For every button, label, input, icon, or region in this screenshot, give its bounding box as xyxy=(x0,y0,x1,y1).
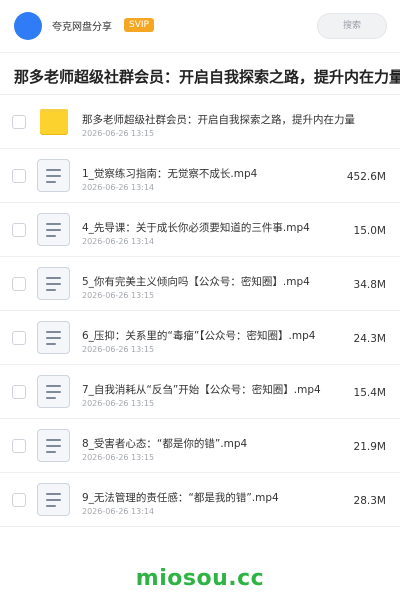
row-checkbox[interactable] xyxy=(12,493,26,507)
file-list: 那多老师超级社群会员：开启自我探索之路，提升内在力量 2026-06-26 13… xyxy=(0,95,400,527)
file-name: 6_压抑：关系里的“毒瘤”【公众号：密知圈】.mp4 xyxy=(82,330,316,342)
file-date: 2026-06-26 13:14 xyxy=(82,183,155,192)
file-name: 4_先导课：关于成长你必须要知道的三件事.mp4 xyxy=(82,222,310,234)
list-item[interactable]: 8_受害者心态：“都是你的错”.mp4 2026-06-26 13:15 21.… xyxy=(0,419,400,473)
file-date: 2026-06-26 13:15 xyxy=(82,345,155,354)
document-icon xyxy=(37,483,70,516)
file-date: 2026-06-26 13:15 xyxy=(82,399,155,408)
document-icon xyxy=(37,213,70,246)
file-name: 9_无法管理的责任感：“都是我的错”.mp4 xyxy=(82,492,279,504)
file-name: 那多老师超级社群会员：开启自我探索之路，提升内在力量 xyxy=(82,114,355,126)
site-watermark: miosou.cc xyxy=(135,566,265,591)
folder-icon xyxy=(40,109,68,135)
list-item[interactable]: 4_先导课：关于成长你必须要知道的三件事.mp4 2026-06-26 13:1… xyxy=(0,203,400,257)
row-checkbox[interactable] xyxy=(12,439,26,453)
document-icon xyxy=(37,375,70,408)
document-icon xyxy=(37,159,70,192)
document-icon xyxy=(37,429,70,462)
search-button[interactable]: 搜索 xyxy=(317,13,387,39)
page-title: 那多老师超级社群会员：开启自我探索之路，提升内在力量 xyxy=(14,68,400,86)
file-date: 2026-06-26 13:15 xyxy=(82,129,155,138)
file-date: 2026-06-26 13:14 xyxy=(82,237,155,246)
list-item-folder[interactable]: 那多老师超级社群会员：开启自我探索之路，提升内在力量 2026-06-26 13… xyxy=(0,95,400,149)
document-icon xyxy=(37,321,70,354)
file-date: 2026-06-26 13:14 xyxy=(82,507,155,516)
file-date: 2026-06-26 13:15 xyxy=(82,291,155,300)
file-size: 452.6M xyxy=(346,171,386,183)
row-checkbox[interactable] xyxy=(12,331,26,345)
list-item[interactable]: 1_觉察练习指南：无觉察不成长.mp4 2026-06-26 13:14 452… xyxy=(0,149,400,203)
list-item[interactable]: 6_压抑：关系里的“毒瘤”【公众号：密知圈】.mp4 2026-06-26 13… xyxy=(0,311,400,365)
file-name: 1_觉察练习指南：无觉察不成长.mp4 xyxy=(82,168,258,180)
list-item[interactable]: 5_你有完美主义倾向吗【公众号：密知圈】.mp4 2026-06-26 13:1… xyxy=(0,257,400,311)
header-divider xyxy=(0,52,400,53)
file-size: 28.3M xyxy=(353,495,386,507)
svip-badge: SVIP xyxy=(124,18,154,32)
list-item[interactable]: 9_无法管理的责任感：“都是我的错”.mp4 2026-06-26 13:14 … xyxy=(0,473,400,527)
file-size: 34.8M xyxy=(353,279,386,291)
app-name: 夸克网盘分享 xyxy=(52,22,112,33)
file-name: 8_受害者心态：“都是你的错”.mp4 xyxy=(82,438,248,450)
file-name: 5_你有完美主义倾向吗【公众号：密知圈】.mp4 xyxy=(82,276,310,288)
avatar[interactable] xyxy=(14,12,42,40)
header-bar: 夸克网盘分享 SVIP 搜索 xyxy=(0,0,400,52)
list-item[interactable]: 7_自我消耗从“反刍”开始【公众号：密知圈】.mp4 2026-06-26 13… xyxy=(0,365,400,419)
row-checkbox[interactable] xyxy=(12,385,26,399)
file-size: 21.9M xyxy=(353,441,386,453)
file-size: 24.3M xyxy=(353,333,386,345)
row-checkbox[interactable] xyxy=(12,169,26,183)
file-date: 2026-06-26 13:15 xyxy=(82,453,155,462)
document-icon xyxy=(37,267,70,300)
row-checkbox[interactable] xyxy=(12,277,26,291)
row-checkbox[interactable] xyxy=(12,115,26,129)
file-size: 15.4M xyxy=(353,387,386,399)
file-name: 7_自我消耗从“反刍”开始【公众号：密知圈】.mp4 xyxy=(82,384,321,396)
file-size: 15.0M xyxy=(353,225,386,237)
row-checkbox[interactable] xyxy=(12,223,26,237)
